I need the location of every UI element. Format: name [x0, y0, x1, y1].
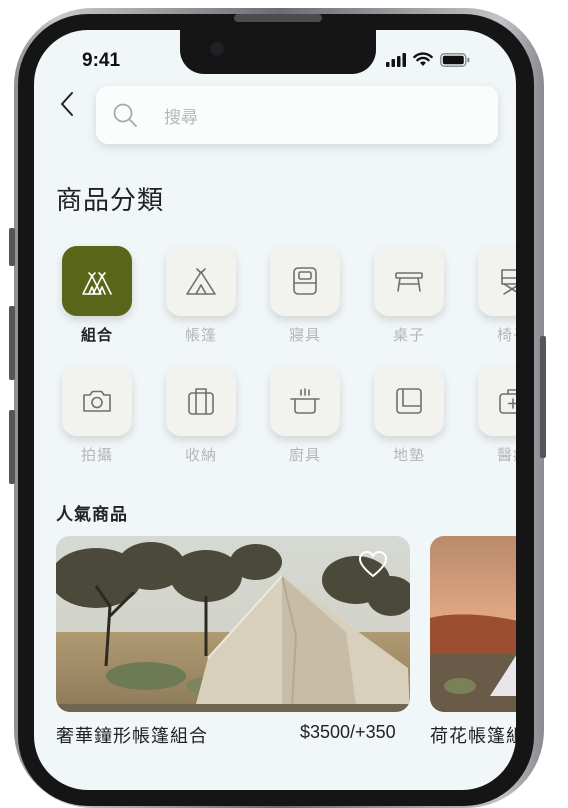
notch: [180, 30, 376, 74]
status-icons: [386, 52, 470, 67]
storage-icon: [188, 388, 214, 415]
category-tile: [478, 366, 516, 436]
mat-icon: [396, 388, 422, 414]
product-name-2: 荷花帳篷組合: [430, 726, 516, 747]
category-label: 帳篷: [184, 326, 217, 344]
category-item-chair[interactable]: 椅子: [478, 246, 516, 345]
sleeping-bag-icon: [293, 267, 317, 295]
tent-group-icon: [82, 272, 112, 295]
category-tile: [270, 246, 340, 316]
tent-icon: [186, 268, 216, 295]
camera-icon: [206, 38, 228, 60]
search-placeholder: 搜尋: [164, 107, 198, 128]
category-label: 拍攝: [80, 446, 113, 464]
category-item-cookware[interactable]: 廚具: [270, 366, 340, 465]
search-bar-row: 搜尋: [52, 86, 516, 144]
cookware-icon: [290, 388, 320, 414]
product-card-image-2[interactable]: [430, 536, 516, 712]
chevron-left-icon: [61, 92, 73, 116]
volume-down-button: [9, 410, 15, 484]
category-item-medical[interactable]: 醫療: [478, 366, 516, 465]
category-label: 組合: [80, 326, 113, 344]
category-label: 桌子: [392, 326, 425, 344]
product-card-image[interactable]: [56, 536, 410, 712]
camera-icon: [83, 390, 111, 412]
category-label: 廚具: [288, 446, 321, 464]
category-tile: [478, 246, 516, 316]
category-label: 椅子: [496, 326, 516, 344]
category-label: 收納: [184, 446, 217, 464]
bell-tent-photo: [56, 536, 410, 712]
category-tile: [166, 246, 236, 316]
product-name: 奢華鐘形帳篷組合: [56, 726, 208, 747]
category-item-combo[interactable]: 組合: [62, 246, 132, 345]
search-input[interactable]: 搜尋: [96, 86, 498, 144]
category-label: 地墊: [392, 446, 425, 464]
category-item-tent[interactable]: 帳篷: [166, 246, 236, 345]
category-tile: [374, 246, 444, 316]
back-button[interactable]: [52, 86, 82, 122]
category-item-bedding[interactable]: 寢具: [270, 246, 340, 345]
popular-products-title: 人氣商品: [56, 505, 128, 525]
medical-kit-icon: [499, 389, 516, 414]
search-icon: [113, 103, 137, 127]
cellular-signal-icon: [386, 52, 406, 67]
product-price: $3500/+350: [300, 722, 396, 742]
category-tile: [62, 366, 132, 436]
categories-title: 商品分類: [56, 186, 165, 216]
earpiece-speaker: [234, 14, 322, 22]
status-time: 9:41: [82, 50, 121, 71]
category-tile: [62, 246, 132, 316]
lotus-tent-photo: [430, 536, 516, 712]
category-label: 醫療: [496, 446, 516, 464]
chair-icon: [501, 269, 516, 295]
category-item-camera[interactable]: 拍攝: [62, 366, 132, 465]
category-item-mat[interactable]: 地墊: [374, 366, 444, 465]
category-item-table[interactable]: 桌子: [374, 246, 444, 345]
category-tile: [270, 366, 340, 436]
favorite-heart-icon[interactable]: [358, 550, 388, 578]
table-icon: [395, 272, 423, 292]
battery-icon: [440, 52, 470, 67]
wifi-icon: [413, 52, 433, 66]
volume-up-button: [9, 306, 15, 380]
category-item-storage[interactable]: 收納: [166, 366, 236, 465]
mute-switch: [9, 228, 15, 266]
power-button: [540, 336, 546, 458]
category-tile: [374, 366, 444, 436]
app-screen: 9:41 搜尋 商品分類 組合 帳篷 寢具 桌子 椅 拍攝 收納 廚具 地墊 醫…: [34, 30, 516, 790]
category-label: 寢具: [288, 326, 321, 344]
category-tile: [166, 366, 236, 436]
